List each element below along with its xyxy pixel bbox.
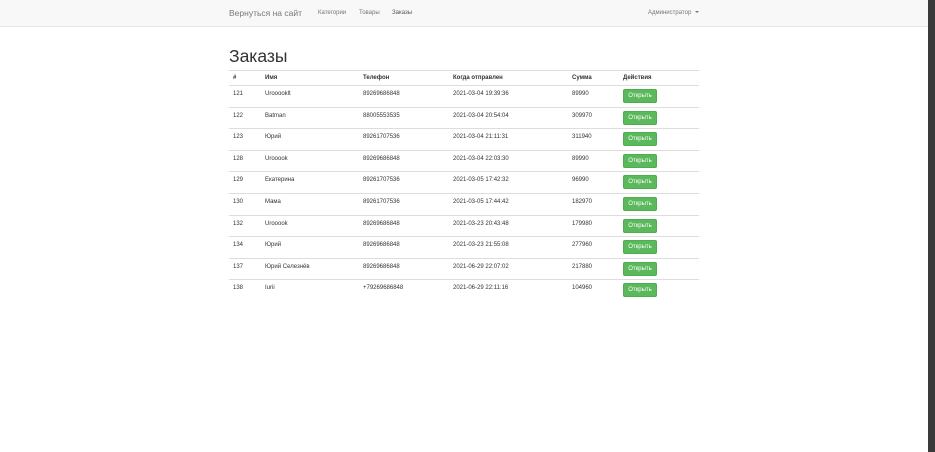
order-date: 2021-03-04 21:11:31 (453, 134, 509, 141)
order-sum: 89990 (572, 91, 589, 97)
order-id: 122 (233, 112, 244, 119)
header-id: # (233, 75, 237, 81)
header-sum: Сумма (572, 75, 592, 81)
vertical-scrollbar[interactable] (928, 0, 935, 452)
order-name: Юрий Селезнёв (265, 263, 310, 270)
order-id: 132 (233, 220, 244, 227)
order-name: Юрий (265, 242, 282, 249)
order-phone: 89261707536 (363, 198, 400, 205)
table-row: 138 Iurii +79269686848 2021-06-29 22:11:… (229, 280, 699, 302)
orders-table: # Имя Телефон Когда отправлен Сумма Дейс… (229, 70, 699, 302)
table-row: 123 Юрий 89261707536 2021-03-04 21:11:31… (229, 129, 699, 151)
open-order-button[interactable]: Открыть (623, 89, 657, 103)
order-date: 2021-06-29 22:07:02 (453, 263, 509, 270)
header-date: Когда отправлен (453, 75, 503, 81)
open-order-button[interactable]: Открыть (623, 132, 657, 147)
order-sum: 311940 (572, 134, 592, 141)
order-sum: 89990 (572, 155, 589, 162)
header-name: Имя (265, 75, 278, 81)
order-id: 134 (233, 242, 244, 249)
top-navbar: Вернуться на сайт Категории Товары Заказ… (0, 0, 928, 27)
order-id: 129 (233, 177, 244, 184)
table-header-row: # Имя Телефон Когда отправлен Сумма Дейс… (229, 70, 699, 86)
order-name: Urooooklt (265, 91, 291, 97)
order-name: Iurii (265, 285, 275, 292)
table-row: 134 Юрий 89269686848 2021-03-23 21:55:08… (229, 237, 699, 259)
admin-dropdown[interactable]: Администратор (648, 10, 700, 16)
order-id: 137 (233, 263, 244, 270)
open-order-button[interactable]: Открыть (623, 261, 657, 276)
order-sum: 277960 (572, 242, 593, 249)
table-row: 128 Urooook 89269686848 2021-03-04 22:03… (229, 151, 699, 173)
open-order-button[interactable]: Открыть (623, 175, 657, 190)
order-name: Batman (265, 112, 286, 119)
order-phone: 89261707536 (363, 134, 400, 141)
admin-dropdown-label: Администратор (648, 10, 692, 16)
order-date: 2021-03-05 17:42:32 (453, 177, 509, 184)
order-sum: 179980 (572, 220, 593, 227)
order-sum: 217880 (572, 263, 593, 270)
order-date: 2021-03-23 20:43:48 (453, 220, 509, 227)
order-phone: 89269686848 (363, 242, 400, 249)
header-actions: Действия (623, 75, 652, 81)
page-title: Заказы (229, 46, 288, 66)
order-id: 138 (233, 285, 244, 292)
open-order-button[interactable]: Открыть (623, 240, 657, 255)
order-id: 128 (233, 155, 244, 162)
order-phone: 89269686848 (363, 263, 400, 270)
order-id: 121 (233, 91, 244, 97)
order-phone: +79269686848 (363, 285, 404, 292)
order-id: 130 (233, 198, 244, 205)
table-row: 121 Urooooklt 89269686848 2021-03-04 19:… (229, 86, 699, 108)
order-phone: 89269686848 (363, 220, 400, 227)
nav-link-products[interactable]: Товары (359, 10, 380, 16)
order-sum: 182970 (572, 198, 593, 205)
table-row: 122 Batman 88005553535 2021-03-04 20:54:… (229, 108, 699, 130)
order-phone: 89269686848 (363, 91, 400, 97)
table-row: 129 Екатерина 89261707536 2021-03-05 17:… (229, 172, 699, 194)
nav-link-orders[interactable]: Заказы (392, 10, 412, 16)
order-date: 2021-03-04 19:39:36 (453, 91, 509, 97)
order-date: 2021-03-04 20:54:04 (453, 112, 509, 119)
order-name: Мама (265, 198, 281, 205)
table-row: 137 Юрий Селезнёв 89269686848 2021-06-29… (229, 259, 699, 281)
order-name: Екатерина (265, 177, 295, 184)
open-order-button[interactable]: Открыть (623, 283, 657, 298)
open-order-button[interactable]: Открыть (623, 218, 657, 233)
order-sum: 96990 (572, 177, 589, 184)
order-name: Urooook (265, 220, 288, 227)
table-row: 132 Urooook 89269686848 2021-03-23 20:43… (229, 216, 699, 238)
order-name: Urooook (265, 155, 288, 162)
back-to-site-link[interactable]: Вернуться на сайт (229, 8, 302, 18)
order-date: 2021-03-05 17:44:42 (453, 198, 509, 205)
order-phone: 88005553535 (363, 112, 400, 119)
order-phone: 89269686848 (363, 155, 400, 162)
order-date: 2021-03-23 21:55:08 (453, 242, 509, 249)
caret-down-icon (695, 11, 700, 13)
order-id: 123 (233, 134, 244, 141)
order-sum: 104960 (572, 285, 593, 292)
order-phone: 89261707536 (363, 177, 400, 184)
order-date: 2021-06-29 22:11:16 (453, 285, 509, 292)
table-row: 130 Мама 89261707536 2021-03-05 17:44:42… (229, 194, 699, 216)
order-name: Юрий (265, 134, 282, 141)
open-order-button[interactable]: Открыть (623, 196, 657, 211)
open-order-button[interactable]: Открыть (623, 153, 657, 168)
header-phone: Телефон (363, 75, 390, 81)
order-date: 2021-03-04 22:03:30 (453, 155, 509, 162)
open-order-button[interactable]: Открыть (623, 110, 657, 125)
order-sum: 309970 (572, 112, 593, 119)
nav-link-categories[interactable]: Категории (318, 10, 346, 16)
